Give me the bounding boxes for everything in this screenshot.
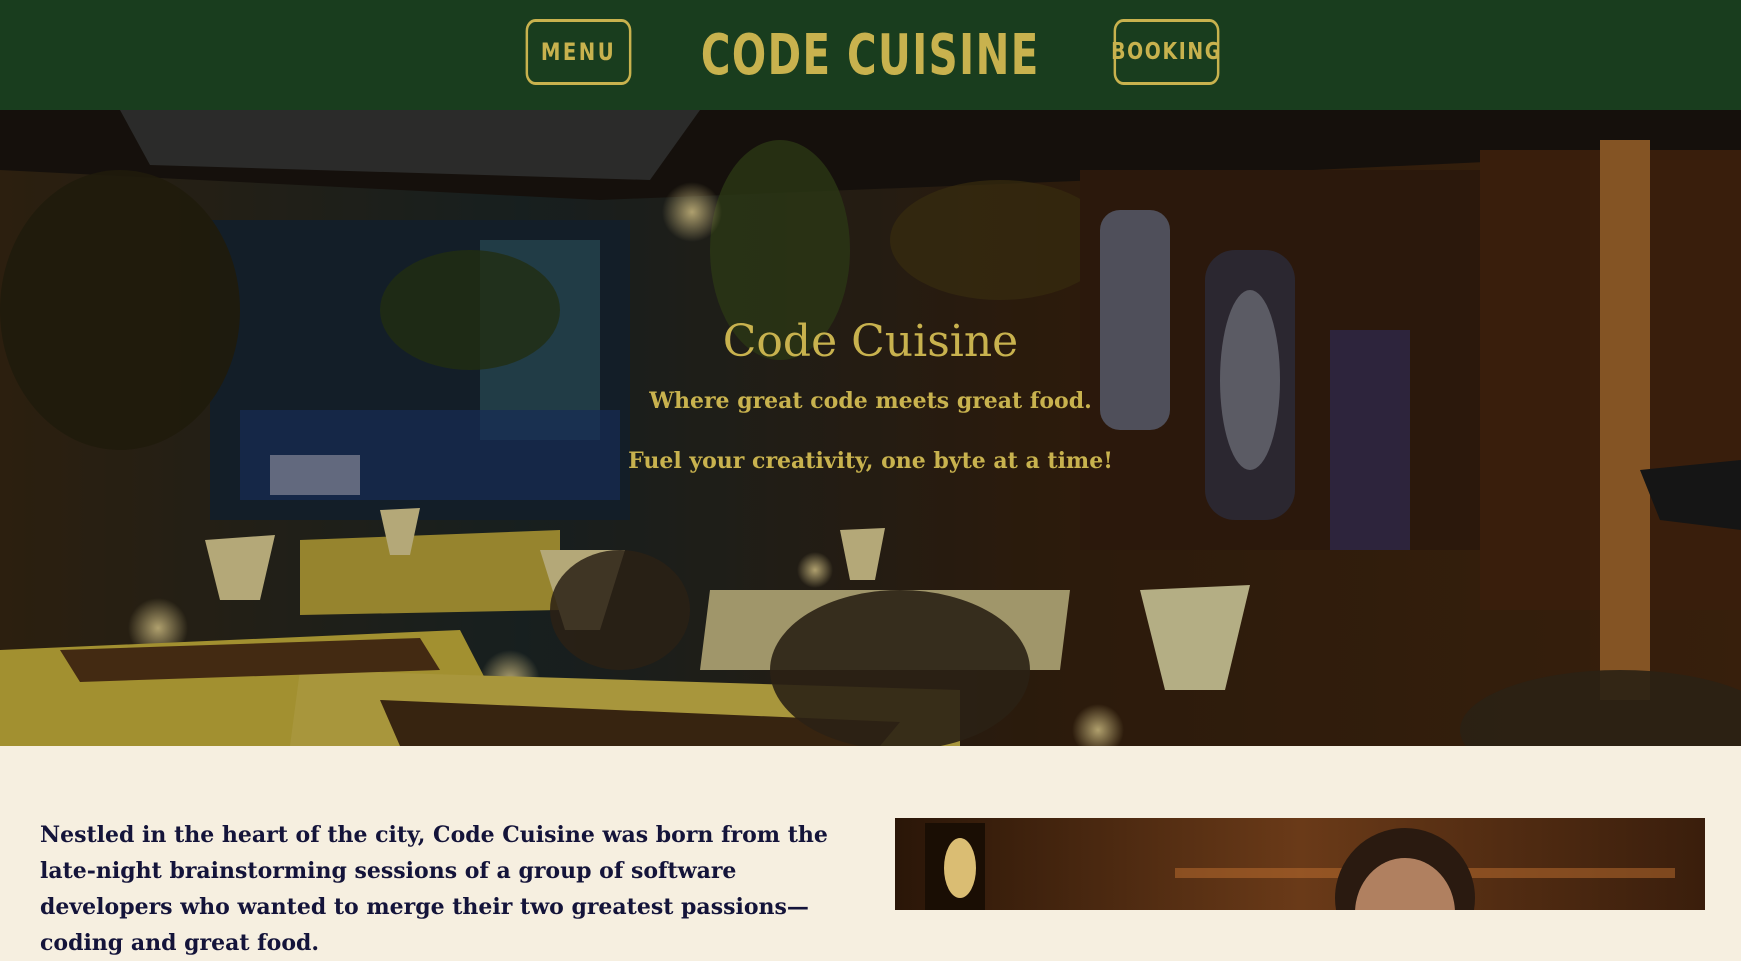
site-logo-title[interactable]: CODE CUISINE xyxy=(0,22,1741,90)
hero-title: Code Cuisine xyxy=(722,316,1019,367)
chef-photo xyxy=(895,818,1705,910)
brand-text: CODE CUISINE xyxy=(701,23,1040,88)
hero-subtitle: Fuel your creativity, one byte at a time… xyxy=(628,448,1113,474)
about-photo xyxy=(895,818,1705,910)
hero-tagline: Where great code meets great food. xyxy=(649,388,1092,414)
booking-button[interactable]: BOOKING xyxy=(1111,19,1220,85)
hero-banner: Code Cuisine Where great code meets grea… xyxy=(0,110,1741,746)
site-header: MENU CODE CUISINE BOOKING xyxy=(0,0,1741,110)
hero-overlay xyxy=(0,110,1741,746)
about-paragraph: Nestled in the heart of the city, Code C… xyxy=(40,822,828,956)
